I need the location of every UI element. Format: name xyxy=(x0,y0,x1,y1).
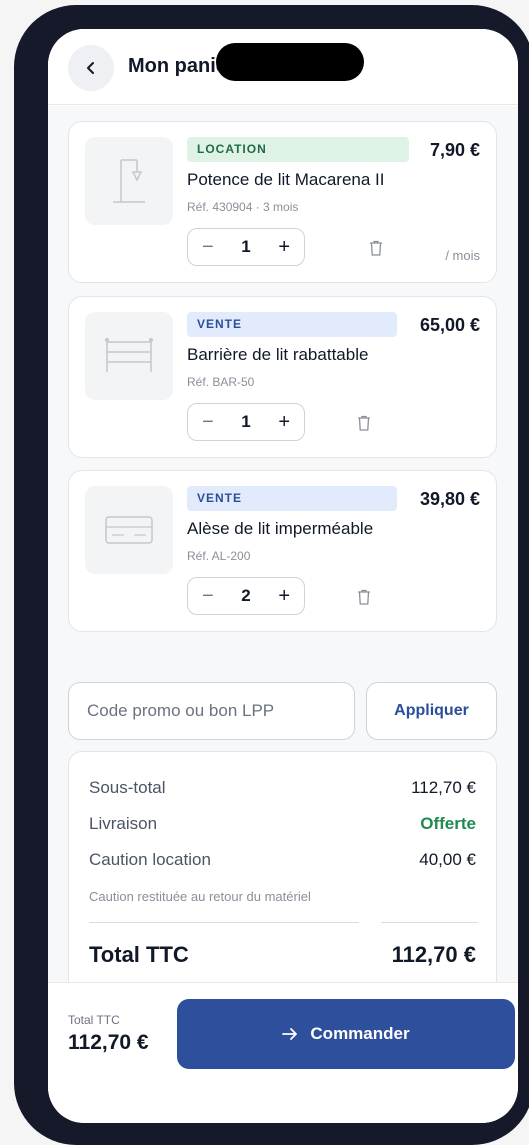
delivery-value: Offerte xyxy=(420,814,476,833)
item-ref: Réf. BAR-50 xyxy=(187,375,255,389)
increase-button[interactable]: + xyxy=(278,412,290,432)
item-price: 65,00 € xyxy=(419,315,480,335)
trash-icon[interactable] xyxy=(357,589,371,605)
decrease-button[interactable]: − xyxy=(202,412,214,432)
total-row: Total TTC 112,70 € xyxy=(89,942,476,968)
checkout-footer: Total TTC 112,70 € Commander xyxy=(48,982,518,1123)
item-name: Alèse de lit imperméable xyxy=(187,519,374,538)
product-thumbnail xyxy=(85,137,173,225)
item-badge: VENTE xyxy=(187,486,397,511)
deposit-label: Caution location xyxy=(89,850,211,869)
cart-item: VENTE 39,80 € Alèse de lit imperméable R… xyxy=(68,470,497,632)
item-price: 39,80 € xyxy=(419,489,480,509)
camera-notch xyxy=(216,43,364,81)
decrease-button[interactable]: − xyxy=(202,586,214,606)
item-name: Barrière de lit rabattable xyxy=(187,345,369,364)
order-button[interactable]: Commander xyxy=(177,999,515,1069)
cart-item: LOCATION 7,90 € Potence de lit Macarena … xyxy=(68,121,497,283)
item-ref: Réf. 430904 · 3 mois xyxy=(187,200,299,214)
arrow-right-icon xyxy=(282,1028,298,1040)
order-summary: Sous-total 112,70 € Livraison Offerte Ca… xyxy=(68,751,497,982)
increase-button[interactable]: + xyxy=(278,237,290,257)
price-period: / mois xyxy=(445,248,480,263)
trash-icon[interactable] xyxy=(357,415,371,431)
quantity-stepper: − 2 + xyxy=(187,577,305,615)
total-label: Total TTC xyxy=(89,942,189,967)
cart-content: LOCATION 7,90 € Potence de lit Macarena … xyxy=(48,106,518,982)
delivery-label: Livraison xyxy=(89,814,158,833)
deposit-note: Caution restituée au retour du matériel xyxy=(89,889,311,904)
deposit-row: Caution location 40,00 € xyxy=(89,850,476,870)
summary-divider xyxy=(89,922,359,923)
product-thumbnail xyxy=(85,486,173,574)
order-button-label: Commander xyxy=(310,1024,410,1043)
quantity-stepper: − 1 + xyxy=(187,228,305,266)
footer-total-value: 112,70 € xyxy=(68,1031,149,1054)
phone-frame: Mon panier LOCATION 7,90 € Potence de li… xyxy=(14,5,529,1145)
quantity-stepper: − 1 + xyxy=(187,403,305,441)
deposit-value: 40,00 € xyxy=(419,850,476,869)
decrease-button[interactable]: − xyxy=(202,237,214,257)
quantity-value: 1 xyxy=(241,237,251,256)
bed-pole-icon xyxy=(113,159,145,203)
item-price: 7,90 € xyxy=(429,140,480,160)
bed-rail-icon xyxy=(105,338,153,372)
subtotal-label: Sous-total xyxy=(89,778,166,797)
quantity-value: 2 xyxy=(241,586,251,605)
cart-item: VENTE 65,00 € Barrière de lit rabattable… xyxy=(68,296,497,458)
total-value: 112,70 € xyxy=(391,942,476,967)
item-name: Potence de lit Macarena II xyxy=(187,170,385,189)
footer-total-label: Total TTC xyxy=(68,1013,120,1027)
subtotal-value: 112,70 € xyxy=(411,778,476,797)
summary-divider xyxy=(381,922,478,923)
product-thumbnail xyxy=(85,312,173,400)
mattress-protector-icon xyxy=(105,516,153,544)
apply-button[interactable]: Appliquer xyxy=(366,682,497,740)
delivery-row: Livraison Offerte xyxy=(89,814,476,834)
promo-code-input[interactable]: Code promo ou bon LPP xyxy=(68,682,355,740)
quantity-value: 1 xyxy=(241,412,251,431)
chevron-left-icon xyxy=(87,62,94,74)
increase-button[interactable]: + xyxy=(278,586,290,606)
back-button[interactable] xyxy=(68,45,114,91)
item-badge: VENTE xyxy=(187,312,397,337)
app-screen: Mon panier LOCATION 7,90 € Potence de li… xyxy=(48,29,518,1123)
trash-icon[interactable] xyxy=(369,240,383,256)
item-badge: LOCATION xyxy=(187,137,409,162)
subtotal-row: Sous-total 112,70 € xyxy=(89,778,476,798)
item-ref: Réf. AL-200 xyxy=(187,549,251,563)
